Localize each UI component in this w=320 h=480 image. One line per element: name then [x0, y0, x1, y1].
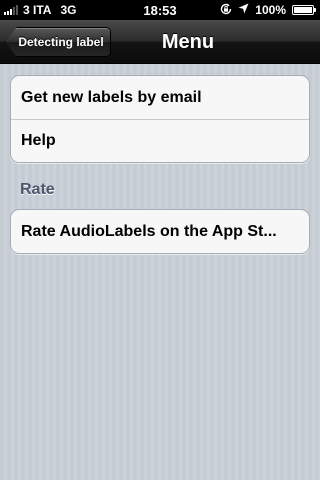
battery-percent: 100%: [255, 3, 286, 17]
section-header-rate: Rate: [20, 181, 55, 198]
status-right: 100%: [220, 3, 316, 18]
battery-icon: [292, 5, 316, 15]
status-bar: 3 ITA 3G 18:53 100%: [0, 0, 320, 20]
get-new-labels-by-email-cell[interactable]: Get new labels by email: [11, 76, 309, 119]
menu-group: Get new labels by email Help: [10, 75, 310, 163]
cell-label: Rate AudioLabels on the App St...: [21, 222, 277, 240]
help-cell[interactable]: Help: [11, 119, 309, 162]
orientation-lock-icon: [220, 3, 232, 18]
back-button[interactable]: Detecting label: [5, 27, 111, 57]
cell-label: Help: [21, 132, 56, 149]
location-arrow-icon: [238, 3, 249, 17]
page-title: Menu: [161, 31, 215, 53]
back-button-label: Detecting label: [18, 35, 104, 49]
rate-group: Rate AudioLabels on the App St...: [10, 209, 310, 254]
battery-level-fill: [294, 7, 312, 13]
cell-label: Get new labels by email: [21, 88, 202, 106]
navigation-bar: Detecting label Menu: [0, 20, 320, 64]
rate-on-app-store-cell[interactable]: Rate AudioLabels on the App St...: [11, 210, 309, 253]
